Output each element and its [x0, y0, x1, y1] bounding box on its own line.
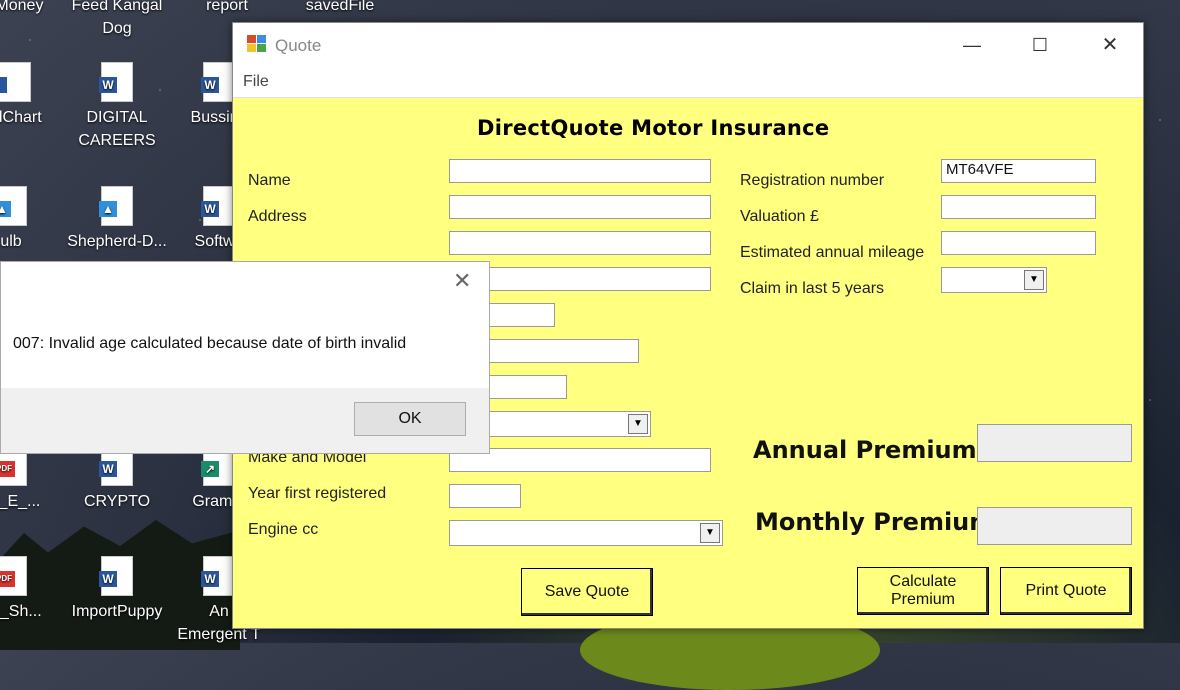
desktop-icon-report[interactable]: report — [172, 0, 282, 17]
address-line2-input[interactable] — [449, 231, 711, 255]
chevron-down-icon[interactable]: ▼ — [1024, 270, 1044, 290]
year-registered-input[interactable] — [449, 484, 521, 508]
error-message: 007: Invalid age calculated because date… — [13, 335, 407, 352]
address-label: Address — [248, 208, 307, 225]
maximize-button[interactable]: ☐ — [1017, 23, 1063, 69]
desktop-icon-savedfile[interactable]: savedFile — [285, 0, 395, 17]
ok-button[interactable]: OK — [354, 402, 466, 436]
desktop-icon-gmoney[interactable]: gMoney — [0, 0, 70, 17]
minimize-button[interactable]: — — [949, 23, 995, 69]
form-heading: DirectQuote Motor Insurance — [477, 116, 830, 140]
word-document-icon: W — [201, 62, 235, 102]
claim-select[interactable]: ▼ — [941, 267, 1047, 293]
chevron-down-icon[interactable]: ▼ — [700, 523, 720, 543]
menu-file[interactable]: File — [243, 73, 269, 91]
desktop-icon-label: report — [206, 0, 248, 14]
desktop-icon-digital-careers[interactable]: W DIGITAL CAREERS — [62, 62, 172, 152]
address-line1-input[interactable] — [449, 195, 711, 219]
save-quote-button[interactable]: Save Quote — [521, 568, 653, 616]
year-registered-label: Year first registered — [248, 485, 387, 502]
desktop-icon-label: ImportPuppy — [71, 603, 163, 620]
desktop-icon-label: ulb — [0, 233, 22, 250]
valuation-label: Valuation £ — [740, 208, 819, 225]
desktop-icon-label: Feed Kangal Dog — [71, 0, 163, 37]
name-label: Name — [248, 172, 291, 189]
registration-label: Registration number — [740, 172, 885, 189]
annual-premium-label: Annual Premium — [753, 436, 977, 464]
calculate-premium-button[interactable]: Calculate Premium — [857, 567, 989, 615]
dialog-footer: OK — [1, 388, 489, 453]
claim-label: Claim in last 5 years — [740, 280, 885, 297]
title-bar[interactable]: Quote — ☐ ✕ — [233, 23, 1143, 69]
desktop-icon-label: savedFile — [305, 0, 375, 14]
image-file-icon: ▲ — [0, 186, 27, 226]
desktop-icon-shepherd[interactable]: ▲ Shepherd-D... — [62, 186, 172, 253]
monthly-premium-label: Monthly Premium — [755, 508, 995, 536]
word-document-icon: W — [201, 556, 235, 596]
window-title: Quote — [275, 36, 322, 55]
desktop-icon-feed-kangal-dog[interactable]: Feed Kangal Dog — [62, 0, 172, 40]
desktop-icon-label: CRYPTO — [83, 493, 151, 510]
desktop-icon-label: DIGITAL CAREERS — [78, 109, 156, 149]
desktop-icon-ce-e[interactable]: PDF ce_E_... — [0, 446, 66, 513]
image-file-icon: ▲ — [99, 186, 133, 226]
close-button[interactable]: ✕ — [1087, 23, 1133, 69]
valuation-input[interactable] — [941, 195, 1096, 219]
document-icon — [0, 62, 31, 102]
annual-premium-output — [977, 424, 1132, 462]
app-icon — [247, 35, 267, 53]
print-quote-button[interactable]: Print Quote — [1000, 567, 1132, 615]
desktop-icon-chart[interactable]: rdChart — [0, 62, 70, 129]
name-input[interactable] — [449, 159, 711, 183]
word-document-icon: W — [201, 186, 235, 226]
desktop-icon-label: ce_E_... — [0, 493, 41, 510]
calculate-button-line1: Calculate — [889, 573, 957, 590]
registration-input[interactable]: MT64VFE — [941, 159, 1096, 183]
word-document-icon: W — [99, 62, 133, 102]
calculate-button-line2: Premium — [890, 591, 955, 608]
desktop-icon-label: gMoney — [0, 0, 44, 14]
desktop-icon-crypto[interactable]: W CRYPTO — [62, 446, 172, 513]
dialog-close-button[interactable]: ✕ — [453, 268, 471, 294]
desktop-icon-importpuppy[interactable]: W ImportPuppy — [62, 556, 172, 623]
engine-cc-select[interactable]: ▼ — [449, 520, 723, 546]
desktop-icon-label: _E_Sh... — [0, 603, 42, 620]
desktop-icon-label: Shepherd-D... — [67, 233, 167, 250]
engine-cc-label: Engine cc — [248, 521, 319, 538]
mileage-label: Estimated annual mileage — [740, 244, 925, 261]
monthly-premium-output — [977, 507, 1132, 545]
desktop-icon-e-sh[interactable]: PDF _E_Sh... — [0, 556, 66, 623]
desktop-icon-label: rdChart — [0, 109, 42, 126]
word-document-icon: W — [99, 556, 133, 596]
pdf-icon: PDF — [0, 556, 27, 596]
mileage-input[interactable] — [941, 231, 1096, 255]
desktop-icon-label: An — [209, 603, 229, 620]
chevron-down-icon[interactable]: ▼ — [628, 414, 648, 434]
desktop-icon-ulb[interactable]: ▲ ulb — [0, 186, 66, 253]
menu-bar: File — [233, 69, 1143, 98]
error-dialog: ✕ 007: Invalid age calculated because da… — [0, 261, 490, 454]
